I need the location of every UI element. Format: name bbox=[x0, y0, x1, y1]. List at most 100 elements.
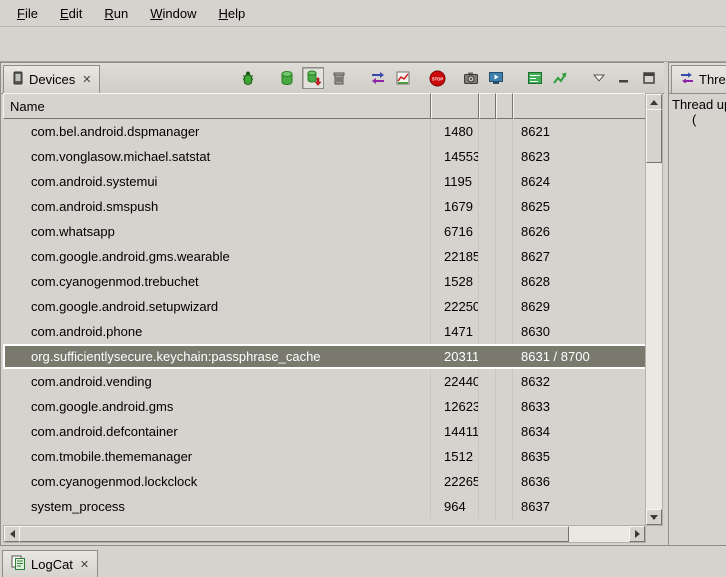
process-port: 8630 bbox=[513, 319, 647, 344]
column-header-name[interactable]: Name bbox=[3, 93, 431, 119]
opengl-trace-icon[interactable] bbox=[550, 68, 570, 88]
method-profiling-icon[interactable] bbox=[393, 68, 413, 88]
process-name: com.google.android.setupwizard bbox=[3, 294, 431, 319]
col-spacer bbox=[479, 494, 496, 519]
col-spacer bbox=[496, 344, 513, 369]
col-spacer bbox=[496, 244, 513, 269]
update-heap-icon[interactable] bbox=[277, 68, 297, 88]
col-spacer bbox=[496, 169, 513, 194]
table-row[interactable]: com.android.systemui1195 8624 bbox=[3, 169, 647, 194]
process-port: 8624 bbox=[513, 169, 647, 194]
debug-icon[interactable] bbox=[238, 68, 258, 88]
process-name: com.whatsapp bbox=[3, 219, 431, 244]
table-row[interactable]: com.android.phone14718630 bbox=[3, 319, 647, 344]
col-spacer bbox=[496, 219, 513, 244]
column-header-pid[interactable] bbox=[431, 93, 479, 119]
update-threads-icon[interactable] bbox=[368, 68, 388, 88]
screen-capture-icon[interactable] bbox=[461, 68, 481, 88]
device-process-rows: com.bel.android.dspmanager14808621com.vo… bbox=[3, 119, 647, 519]
menu-window[interactable]: Window bbox=[139, 2, 207, 25]
process-name: com.google.android.gms.wearable bbox=[3, 244, 431, 269]
bottom-view-strip: LogCat ✕ bbox=[0, 545, 726, 577]
table-row[interactable]: com.android.defcontainer144118634 bbox=[3, 419, 647, 444]
vertical-scrollbar[interactable] bbox=[645, 93, 663, 526]
process-pid: 12623 bbox=[431, 394, 479, 419]
tab-devices[interactable]: Devices ✕ bbox=[3, 65, 100, 93]
column-header-spacer2[interactable] bbox=[496, 93, 513, 119]
col-spacer bbox=[479, 119, 496, 144]
scroll-up-button[interactable] bbox=[646, 94, 662, 110]
devices-table: Name com.bel.android.dspmanager14808621c… bbox=[3, 93, 663, 543]
process-pid: 1195 bbox=[431, 169, 479, 194]
table-row[interactable]: org.sufficientlysecure.keychain:passphra… bbox=[3, 344, 647, 369]
menu-help[interactable]: Help bbox=[207, 2, 256, 25]
menu-edit[interactable]: Edit bbox=[49, 2, 93, 25]
scroll-left-button[interactable] bbox=[4, 526, 20, 542]
stop-process-icon[interactable]: STOP bbox=[427, 68, 447, 88]
col-spacer bbox=[496, 319, 513, 344]
logcat-icon bbox=[11, 555, 26, 573]
col-spacer bbox=[496, 144, 513, 169]
process-pid: 22250 bbox=[431, 294, 479, 319]
tab-threads-label: Threads bbox=[699, 72, 726, 87]
col-spacer bbox=[479, 169, 496, 194]
table-row[interactable]: com.whatsapp67168626 bbox=[3, 219, 647, 244]
col-spacer bbox=[496, 394, 513, 419]
process-name: com.android.systemui bbox=[3, 169, 431, 194]
device-icon bbox=[12, 71, 24, 88]
table-row[interactable]: com.cyanogenmod.trebuchet15288628 bbox=[3, 269, 647, 294]
process-name: com.bel.android.dspmanager bbox=[3, 119, 431, 144]
col-spacer bbox=[496, 444, 513, 469]
devices-toolbar: STOP bbox=[238, 66, 659, 90]
table-row[interactable]: com.google.android.setupwizard222508629 bbox=[3, 294, 647, 319]
tab-threads[interactable]: Threads bbox=[671, 65, 726, 93]
process-pid: 22440 bbox=[431, 369, 479, 394]
table-row[interactable]: com.google.android.gms.wearable221858627 bbox=[3, 244, 647, 269]
horizontal-scrollbar[interactable] bbox=[3, 525, 646, 543]
col-spacer bbox=[479, 219, 496, 244]
col-spacer bbox=[496, 369, 513, 394]
process-pid: 20311 bbox=[431, 344, 479, 369]
process-pid: 964 bbox=[431, 494, 479, 519]
threads-tabstrip: Threads bbox=[669, 63, 726, 94]
devices-table-header: Name bbox=[3, 93, 647, 119]
menu-file[interactable]: File bbox=[6, 2, 49, 25]
threads-icon bbox=[680, 71, 694, 88]
col-spacer bbox=[479, 194, 496, 219]
table-row[interactable]: system_process9648637 bbox=[3, 494, 647, 519]
process-pid: 1480 bbox=[431, 119, 479, 144]
close-icon[interactable]: ✕ bbox=[80, 73, 91, 86]
column-header-port[interactable] bbox=[513, 93, 647, 119]
scroll-right-button[interactable] bbox=[629, 526, 645, 542]
dump-hprof-icon[interactable] bbox=[302, 67, 324, 89]
horizontal-scroll-thumb[interactable] bbox=[19, 526, 569, 542]
table-row[interactable]: com.bel.android.dspmanager14808621 bbox=[3, 119, 647, 144]
col-spacer bbox=[496, 269, 513, 294]
table-row[interactable]: com.android.vending224408632 bbox=[3, 369, 647, 394]
table-row[interactable]: com.vonglasow.michael.satstat145538623 bbox=[3, 144, 647, 169]
close-icon[interactable]: ✕ bbox=[78, 558, 89, 571]
view-menu-icon[interactable] bbox=[589, 68, 609, 88]
menu-run[interactable]: Run bbox=[93, 2, 139, 25]
col-spacer bbox=[479, 369, 496, 394]
col-spacer bbox=[496, 494, 513, 519]
table-row[interactable]: com.google.android.gms126238633 bbox=[3, 394, 647, 419]
screen-record-icon[interactable] bbox=[486, 68, 506, 88]
tab-logcat[interactable]: LogCat ✕ bbox=[2, 550, 98, 577]
table-row[interactable]: com.cyanogenmod.lockclock222658636 bbox=[3, 469, 647, 494]
process-port: 8634 bbox=[513, 419, 647, 444]
systrace-icon[interactable] bbox=[525, 68, 545, 88]
minimize-icon[interactable] bbox=[614, 68, 634, 88]
process-name: com.android.smspush bbox=[3, 194, 431, 219]
table-row[interactable]: com.tmobile.thememanager15128635 bbox=[3, 444, 647, 469]
col-spacer bbox=[496, 194, 513, 219]
scroll-down-button[interactable] bbox=[646, 509, 662, 525]
vertical-scroll-thumb[interactable] bbox=[646, 109, 662, 163]
col-spacer bbox=[496, 419, 513, 444]
column-header-spacer1[interactable] bbox=[479, 93, 496, 119]
table-row[interactable]: com.android.smspush16798625 bbox=[3, 194, 647, 219]
process-port: 8632 bbox=[513, 369, 647, 394]
maximize-icon[interactable] bbox=[639, 68, 659, 88]
cause-gc-icon[interactable] bbox=[329, 68, 349, 88]
col-spacer bbox=[479, 394, 496, 419]
